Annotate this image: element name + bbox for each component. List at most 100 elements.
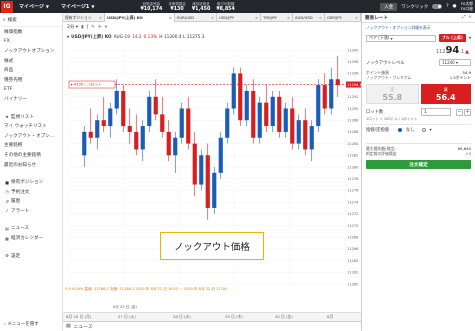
knock-level-row: ノックアウトレベル 11240 ▾ [362,59,475,66]
news-icon: ▤ [5,225,9,231]
candle-body [244,90,249,121]
top-bar: IG マイページ ▼ マイページ1 ▼ 証拠金残高 ¥10,174 未実現損益 ¥130… [0,0,475,13]
candle-body [147,96,152,127]
sidebar-search[interactable]: ⌕ 検索 [0,13,62,27]
sidebar-item-orders[interactable]: ◷ 予約注文 [0,187,62,197]
tab-positions[interactable]: 保有ポジション × [63,13,105,22]
sidebar-item-other-major[interactable]: その他の主要銘柄 [0,150,62,160]
tab-gbpjpy[interactable]: GBP/JPY × [325,13,361,22]
candlestick-chart[interactable]: 1130011298112961129411292112901128811286… [63,42,361,312]
hide-menu-button[interactable]: ‹ メニューを隠す [0,319,39,329]
buy-button[interactable]: 買 56.4 [420,84,471,104]
confirm-order-button[interactable]: 注文確定 [366,160,471,169]
sidebar-item-news[interactable]: ▤ ニュース [0,224,62,234]
sidebar-item-fx[interactable]: FX [0,37,62,47]
one-click-toggle[interactable] [432,4,443,9]
y-tick-label: 11292 [347,95,358,99]
price-main: 94 [445,45,460,56]
tab-usdjpy-ko[interactable]: USD/JPY(上昇) KO × [105,13,175,22]
close-icon[interactable]: × [317,15,322,20]
deposit-button[interactable]: 入金 [380,2,398,11]
nav-tick: 30 日 (金) [275,314,293,319]
knock-level-select[interactable]: 11240 ▾ [439,59,471,66]
sidebar-item-history[interactable]: ↺ 履歴 [0,197,62,207]
expand-icon[interactable]: ⤢ [462,15,465,20]
navigator-time-axis[interactable]: 8月 26 日 (月) 27 日 (火) 28 日 (水) 29 日 (木) 3… [63,312,361,321]
sidebar-item-my-watchlist[interactable]: マイ ウォッチリスト [0,121,62,131]
minus-icon[interactable]: − [456,108,463,116]
app-window: IG マイページ ▼ マイページ1 ▼ 証拠金残高 ¥10,174 未実現損益 ¥130… [0,0,475,331]
sidebar-item-settings[interactable]: ⚙ 設定 [0,251,62,261]
indicator-icon[interactable]: ƒ [87,25,89,30]
y-tick-label: 11300 [347,48,359,52]
quick-rate-panel: 簡易レート ⤢ × ノックアウト・オプション詳細を表示 ペア (下落) ▾ ブル… [361,13,475,331]
tab-usdjpy[interactable]: USD/JPY × [217,13,261,22]
close-icon[interactable]: × [209,15,214,20]
tab-mypage1[interactable]: マイページ1 ▼ [55,0,100,13]
tab-audusd[interactable]: AUD/USD × [293,13,325,22]
candle-body [309,126,314,150]
chart-toolbar: 2分 ▾ ▮ ƒ ✎ ✛ ▾ [63,22,361,32]
knockout-price-label: ノックアウト価格 [174,242,250,253]
close-icon[interactable]: × [97,15,102,20]
sidebar-item-major[interactable]: 主要銘柄 [0,141,62,151]
crosshair-icon[interactable]: ✛ [98,25,102,30]
sidebar-item-positions[interactable]: ■ 保有ポジション [0,177,62,187]
candle-body [218,137,223,173]
sidebar-item-bonds[interactable]: 債券先物 [0,75,62,85]
stat-value: ¥1,450 [191,6,211,12]
candle-type-icon[interactable]: ▮ [81,25,83,30]
plus-icon[interactable]: + [464,108,471,116]
news-bar[interactable]: ▤ ニュース [63,321,361,331]
draw-icon[interactable]: ✎ [91,25,95,30]
timeframe-select[interactable]: 2分 ▾ [67,24,78,30]
sidebar-item-binary[interactable]: バイナリー [0,94,62,104]
sell-button[interactable]: 売 55.8 [366,84,419,104]
lot-note: 1ロット = 100ドル / 1ポイント [366,117,418,121]
chevron-down-icon[interactable]: ▾ [105,25,107,30]
close-icon[interactable]: × [253,15,258,20]
sidebar-item-label: 経済カレンダー [11,236,44,242]
kv-key: ノックアウト・プレミアム [366,75,412,80]
candle-body [179,108,184,138]
sidebar-item-calendar[interactable]: ▦ 経済カレンダー [0,233,62,243]
chevron-down-icon[interactable]: ▾ [469,36,471,41]
sidebar-item-notices[interactable]: 最近のお知らせ [0,160,62,170]
help-icon[interactable]: ? [446,4,448,9]
radio-option[interactable] [421,128,426,132]
candle-body [231,73,236,109]
user-menu[interactable]: FX太郎 FX口座 [461,1,473,11]
close-icon[interactable]: × [285,15,290,20]
sidebar-item-alerts[interactable]: ♪ アラート [0,206,62,216]
sidebar-item-knockout[interactable]: ノックアウトオプション [0,46,62,56]
candle-body [114,90,119,109]
chevron-down-icon[interactable]: ▾ [430,128,432,133]
sidebar-item-etf[interactable]: ETF [0,85,62,95]
y-tick-label: 11276 [347,189,359,193]
details-link[interactable]: ノックアウト・オプション詳細を表示 [362,23,475,33]
sidebar-item-index[interactable]: 株価指数 [0,27,62,37]
bear-select[interactable]: ペア (下落) ▾ [366,34,436,42]
candle-body [101,120,106,127]
sidebar-item-watchlist[interactable]: ★ 監視リスト [0,112,62,122]
radio-none[interactable] [397,128,402,132]
close-icon[interactable]: × [468,15,472,20]
knock-level-value: 11240 [442,60,455,65]
tab-mypage[interactable]: マイページ ▼ [13,0,55,13]
bull-button[interactable]: ブル (上昇) [438,34,466,42]
y-tick-label: 11262 [347,271,358,275]
chevron-down-icon[interactable]: ▾ [67,35,69,40]
nav-tick: 8月 [327,314,334,319]
sidebar-item-ko-list[interactable]: ノックアウト・オプシ... [0,131,62,141]
tab-eurusd[interactable]: EUR/USD × [175,13,217,22]
candle-body [134,131,139,150]
tab-tryjpy[interactable]: TRY/JPY × [261,13,293,22]
lot-input[interactable]: 1 [421,108,451,116]
position-label: ▸ ¥130 ⬚ 1ロット [71,83,102,87]
close-icon[interactable]: × [167,15,172,20]
sidebar-item-stocks[interactable]: 株式 [0,56,62,66]
sidebar-item-commodities[interactable]: 商品 [0,65,62,75]
close-icon[interactable]: × [353,15,358,20]
